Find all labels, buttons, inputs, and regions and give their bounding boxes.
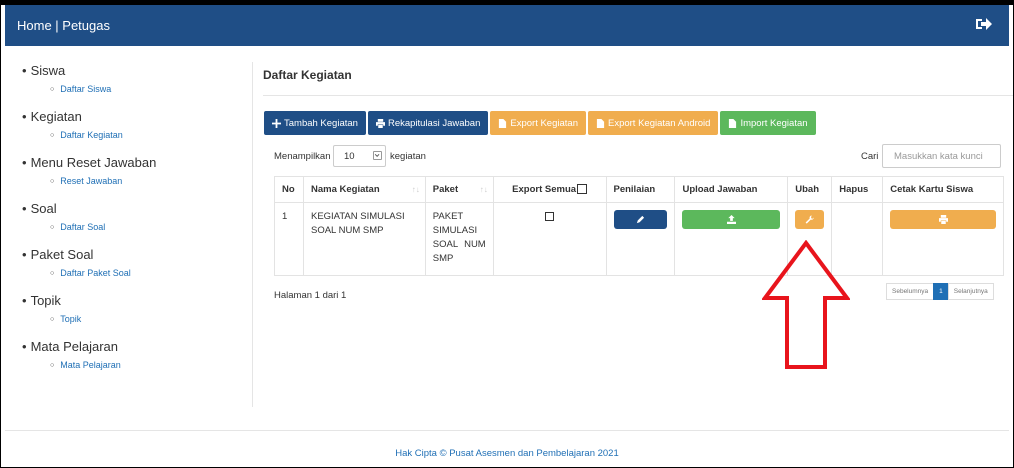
sidebar-link-daftar-paket-soal[interactable]: Daftar Paket Soal	[22, 266, 247, 282]
sidebar-heading: Menu Reset Jawaban	[22, 154, 247, 172]
cetak-kartu-button[interactable]	[890, 210, 996, 229]
sort-icon: ↑↓	[411, 185, 420, 194]
export-row-checkbox[interactable]	[545, 211, 555, 221]
plus-icon	[272, 118, 281, 128]
annotation-arrow-up	[762, 240, 850, 369]
rekapitulasi-jawaban-button[interactable]: Rekapitulasi Jawaban	[367, 111, 489, 135]
sidebar-divider	[252, 62, 253, 407]
pencil-icon	[636, 215, 645, 224]
toolbar: Tambah Kegiatan Rekapitulasi Jawaban Exp…	[264, 111, 816, 135]
chevron-down-icon	[373, 151, 382, 160]
print-icon	[938, 215, 948, 224]
col-header-export-semua: Export Semua	[492, 176, 607, 203]
sidebar-heading: Soal	[22, 200, 247, 218]
pagination-info: Halaman 1 dari 1	[274, 290, 347, 301]
penilaian-button[interactable]	[613, 210, 668, 229]
col-header-ubah: Ubah	[787, 176, 833, 203]
copyright-text: Hak Cipta © Pusat Asesmen dan Pembelajar…	[395, 448, 619, 459]
export-kegiatan-button[interactable]: Export Kegiatan	[490, 111, 586, 135]
button-label: Export Kegiatan	[510, 117, 578, 129]
search-input[interactable]: Masukkan kata kunci	[882, 144, 1001, 168]
sidebar-group-kegiatan: Kegiatan Daftar Kegiatan	[22, 108, 247, 144]
sidebar-heading: Siswa	[22, 62, 247, 80]
import-kegiatan-button[interactable]: Import Kegiatan	[720, 111, 816, 135]
upload-jawaban-button[interactable]	[682, 210, 781, 229]
sidebar-link-daftar-siswa[interactable]: Daftar Siswa	[22, 82, 247, 98]
sidebar-heading: Topik	[22, 292, 247, 310]
col-header-hapus: Hapus	[831, 176, 884, 203]
cell-paket: PAKET SIMULASI SOAL NUM SMP	[424, 202, 494, 276]
col-header-nama-kegiatan[interactable]: Nama Kegiatan ↑↓	[302, 176, 426, 203]
print-icon	[375, 118, 385, 128]
cell-penilaian	[605, 202, 676, 276]
button-label: Rekapitulasi Jawaban	[387, 117, 481, 129]
file-icon	[596, 118, 605, 128]
sign-out-icon[interactable]	[975, 16, 993, 32]
wrench-icon	[805, 215, 815, 224]
pagination-next[interactable]: Selanjutnya	[947, 283, 994, 300]
export-all-checkbox[interactable]	[577, 184, 588, 195]
sidebar-link-daftar-soal[interactable]: Daftar Soal	[22, 220, 247, 236]
length-label: Menampilkan	[274, 151, 331, 162]
table-row: 1 KEGIATAN SIMULASI SOAL NUM SMP PAKET S…	[274, 202, 1004, 276]
button-label: Import Kegiatan	[740, 117, 808, 129]
ubah-button[interactable]	[795, 210, 825, 229]
entries-value: 10	[344, 151, 355, 162]
sidebar-group-reset: Menu Reset Jawaban Reset Jawaban	[22, 154, 247, 190]
sort-icon: ↑↓	[479, 185, 488, 194]
col-header-penilaian: Penilaian	[605, 176, 676, 203]
table-header-row: No Nama Kegiatan ↑↓ Paket ↑↓ Export Semua …	[274, 176, 1004, 203]
col-header-paket[interactable]: Paket ↑↓	[424, 176, 494, 203]
sidebar-heading: Paket Soal	[22, 246, 247, 264]
title-divider	[263, 95, 1013, 96]
navbar-brand[interactable]: Home | Petugas	[17, 18, 110, 33]
upload-icon	[726, 215, 736, 224]
cell-export	[492, 202, 607, 276]
search-label: Cari	[861, 151, 879, 162]
pagination-page-1[interactable]: 1	[933, 283, 949, 300]
sidebar-link-mata-pelajaran[interactable]: Mata Pelajaran	[22, 358, 247, 374]
navbar: Home | Petugas	[5, 5, 1009, 46]
sidebar-link-topik[interactable]: Topik	[22, 312, 247, 328]
sidebar-heading: Kegiatan	[22, 108, 247, 126]
entries-per-page-select[interactable]: 10	[333, 145, 386, 167]
button-label: Tambah Kegiatan	[284, 117, 358, 129]
col-header-no[interactable]: No	[274, 176, 304, 203]
pagination: Sebelumnya 1 Selanjutnya	[886, 283, 994, 300]
cell-nama-kegiatan: KEGIATAN SIMULASI SOAL NUM SMP	[302, 202, 426, 276]
sidebar-group-siswa: Siswa Daftar Siswa	[22, 62, 247, 98]
cell-cetak	[882, 202, 1004, 276]
sidebar-link-daftar-kegiatan[interactable]: Daftar Kegiatan	[22, 128, 247, 144]
col-header-upload-jawaban: Upload Jawaban	[674, 176, 789, 203]
sidebar-link-reset-jawaban[interactable]: Reset Jawaban	[22, 174, 247, 190]
pagination-prev[interactable]: Sebelumnya	[886, 283, 935, 300]
sidebar-group-topik: Topik Topik	[22, 292, 247, 328]
sidebar-group-paket-soal: Paket Soal Daftar Paket Soal	[22, 246, 247, 282]
col-header-cetak-kartu: Cetak Kartu Siswa	[882, 176, 1004, 203]
tambah-kegiatan-button[interactable]: Tambah Kegiatan	[264, 111, 366, 135]
file-icon	[729, 118, 737, 128]
length-suffix: kegiatan	[390, 151, 426, 162]
sidebar-group-mata-pelajaran: Mata Pelajaran Mata Pelajaran	[22, 338, 247, 374]
kegiatan-table: No Nama Kegiatan ↑↓ Paket ↑↓ Export Semua …	[274, 176, 1004, 276]
export-kegiatan-android-button[interactable]: Export Kegiatan Android	[587, 111, 719, 135]
cell-no: 1	[274, 202, 304, 276]
page-title: Daftar Kegiatan	[263, 68, 352, 82]
button-label: Export Kegiatan Android	[607, 117, 711, 129]
footer: Hak Cipta © Pusat Asesmen dan Pembelajar…	[5, 430, 1009, 468]
sidebar-heading: Mata Pelajaran	[22, 338, 247, 356]
sidebar: Siswa Daftar Siswa Kegiatan Daftar Kegia…	[22, 62, 247, 384]
sidebar-group-soal: Soal Daftar Soal	[22, 200, 247, 236]
file-icon	[499, 118, 507, 128]
